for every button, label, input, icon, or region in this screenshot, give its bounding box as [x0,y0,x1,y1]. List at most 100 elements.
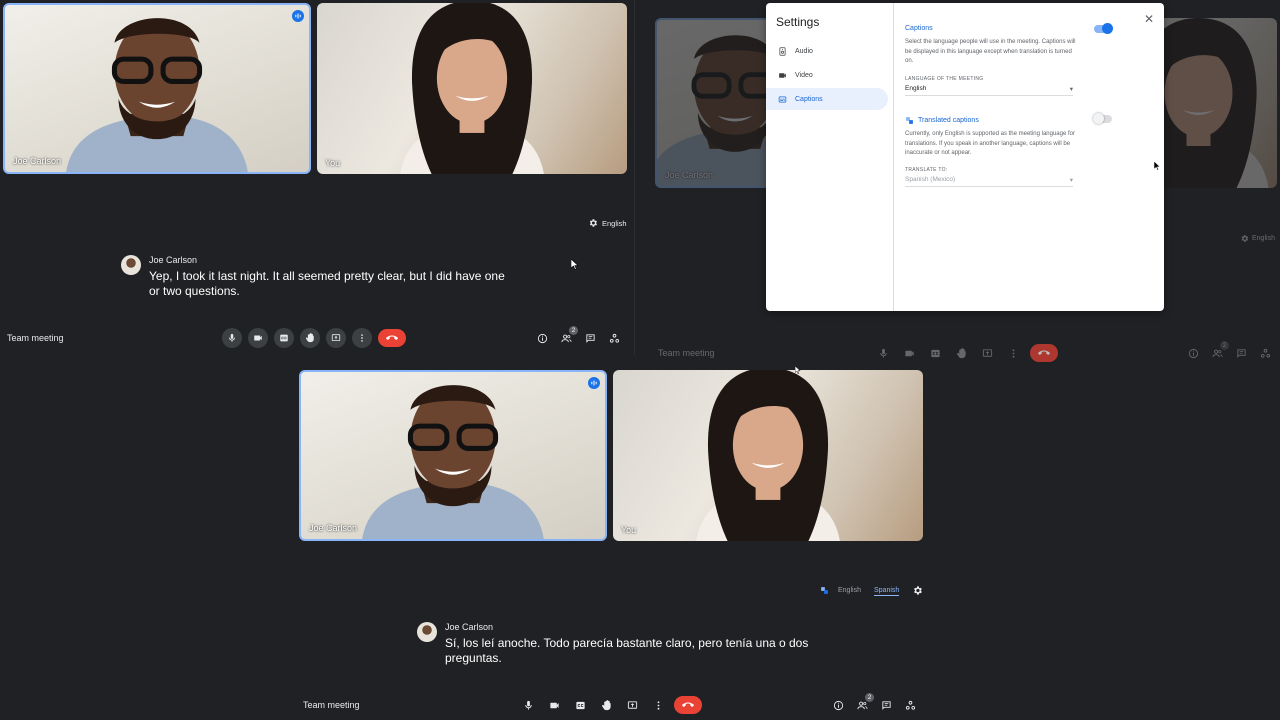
caption-language-label: English [602,218,627,228]
participant-name: Joe Carlson [665,170,714,180]
camera-button[interactable] [547,698,561,712]
people-count-badge: 2 [865,693,874,702]
caption-line-1: Yep, I took it last night. It all seemed… [149,269,505,283]
captions-heading: Captions [905,25,933,32]
chat-icon [881,700,892,711]
meeting-details-button[interactable] [535,331,549,345]
translate-icon [905,116,914,125]
present-icon [331,333,341,343]
caption-text: Yep, I took it last night. It all seemed… [149,269,505,299]
nav-item-captions[interactable]: Captions [766,88,888,110]
captions-button [928,346,942,360]
chat-icon [1236,348,1247,359]
selected-translation-language: Spanish (Mexico) [905,176,956,183]
video-tile-you[interactable]: You [317,3,627,174]
speaker-icon [779,46,786,56]
meeting-title: Team meeting [7,333,64,343]
captions-toggle[interactable] [1094,23,1113,34]
end-call-icon [682,699,694,711]
present-icon [627,700,638,711]
nav-item-label: Video [795,71,813,79]
caption-speaker-name: Joe Carlson [445,622,494,632]
close-icon[interactable]: ✕ [1144,12,1154,26]
captions-button[interactable] [274,328,294,348]
participant-name: Joe Carlson [13,156,62,166]
camera-icon [549,700,560,711]
caption-speaker-name: Joe Carlson [149,255,198,265]
people-button[interactable]: 2 [559,326,578,345]
nav-item-label: Audio [795,47,813,55]
meeting-title: Team meeting [658,348,715,358]
mouse-cursor-icon [795,366,801,374]
end-call-button[interactable] [378,329,406,347]
raise-hand-button [954,346,968,360]
caption-text: Sí, los leí anoche. Todo parecía bastant… [445,636,808,666]
meeting-language-select[interactable]: English ▾ [905,85,1073,96]
people-button[interactable]: 2 [855,693,874,712]
raise-hand-button[interactable] [599,698,613,712]
more-options-button[interactable] [352,328,372,348]
participant-name: You [621,525,637,535]
chat-button[interactable] [583,331,597,345]
speaking-indicator-icon [292,10,304,22]
people-icon [561,333,572,344]
mic-button[interactable] [521,698,535,712]
captions-icon [930,348,941,359]
avatar [417,622,437,642]
video-tile-joe[interactable]: Joe Carlson [3,3,311,174]
end-call-icon [1038,347,1050,359]
caption-language-button[interactable]: English [588,218,627,228]
captions-button[interactable] [573,698,587,712]
dropdown-arrow-icon: ▾ [1069,86,1073,93]
captions-icon [778,96,787,102]
quadrant-divider [634,0,635,355]
camera-icon [904,348,915,359]
meeting-details-button[interactable] [831,698,845,712]
chat-button[interactable] [879,698,893,712]
translate-to-select[interactable]: Spanish (Mexico) ▾ [905,176,1073,187]
mic-icon [523,700,534,711]
captions-icon [279,333,289,343]
caption-line-1: Sí, los leí anoche. Todo parecía bastant… [445,636,809,650]
mouse-cursor-icon [1154,161,1161,171]
caption-line-2: or two questions. [149,284,240,298]
people-count-badge: 2 [1220,341,1229,350]
mic-button[interactable] [222,328,242,348]
more-options-button [1006,346,1020,360]
source-language-tab[interactable]: English [838,587,861,594]
dropdown-arrow-icon: ▾ [1069,177,1073,184]
activities-button[interactable] [903,698,917,712]
end-call-button[interactable] [674,696,702,714]
target-language-tab[interactable]: Spanish [874,587,900,596]
nav-item-audio[interactable]: Audio [766,40,888,62]
camera-button[interactable] [248,328,268,348]
dialog-title: Settings [776,15,820,29]
mic-icon [227,333,237,343]
present-button[interactable] [326,328,346,348]
activities-icon [609,333,620,344]
mouse-cursor-icon [571,259,579,270]
gear-icon[interactable] [912,585,923,596]
participant-name: You [325,158,341,168]
caption-language-label: English [1252,235,1275,242]
translated-captions-toggle[interactable] [1093,113,1112,124]
nav-item-video[interactable]: Video [766,64,888,86]
speaking-indicator-icon [588,377,600,389]
caption-line-2: preguntas. [445,651,502,665]
more-options-button[interactable] [651,698,665,712]
end-call-button [1030,344,1058,362]
video-tile-you[interactable]: You [613,370,923,541]
mic-button [876,346,890,360]
camera-icon [253,333,263,343]
activities-icon [1260,348,1271,359]
chat-button [1234,346,1248,360]
language-field-label: LANGUAGE OF THE MEETING [905,76,984,82]
chat-icon [585,333,596,344]
translate-icon [820,586,829,595]
activities-button[interactable] [607,331,621,345]
raise-hand-button[interactable] [300,328,320,348]
people-count-badge: 2 [569,326,578,335]
video-tile-joe[interactable]: Joe Carlson [299,370,607,541]
present-button[interactable] [625,698,639,712]
more-vert-icon [1008,348,1019,359]
